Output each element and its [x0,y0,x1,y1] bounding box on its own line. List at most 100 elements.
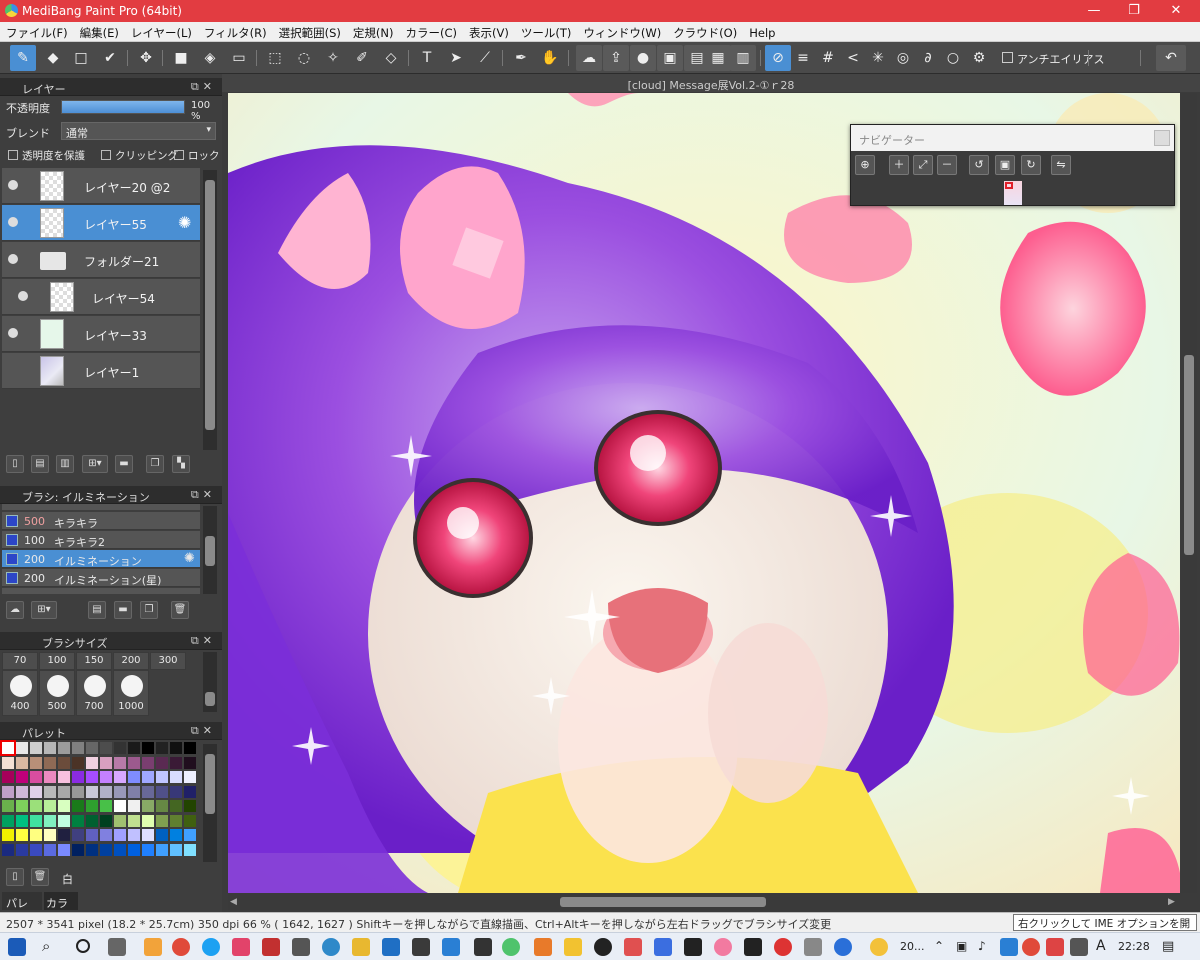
menu-view[interactable]: 表示(V) [463,22,515,41]
zoom-in-icon[interactable]: ＋ [889,155,909,175]
flip-icon[interactable]: ⇋ [1051,155,1071,175]
brush-size-option[interactable]: 300 [150,652,186,670]
cloud-brush-icon[interactable]: ☁ [6,601,24,619]
new-8bit-layer-icon[interactable]: ▥ [56,455,74,473]
palette-swatch[interactable] [72,756,84,769]
app-icon[interactable] [1046,938,1064,956]
zoom-reset-icon[interactable]: ⊕ [855,155,875,175]
menu-window[interactable]: ウィンドウ(W) [577,22,667,41]
search-icon[interactable]: ⌕ [42,937,50,955]
brush-folder-icon[interactable]: ▬ [114,601,132,619]
fill-rect-icon[interactable]: ■ [168,45,194,71]
palette-swatch[interactable] [170,756,182,769]
menu-cloud[interactable]: クラウド(O) [667,22,743,41]
app-icon[interactable] [412,938,430,956]
palette-swatch[interactable] [44,814,56,827]
palette-swatch[interactable] [100,771,112,783]
palette-swatch[interactable] [30,771,42,783]
palette-swatch[interactable] [184,800,196,812]
eraser-icon[interactable]: ◆ [40,45,66,71]
palette-swatch[interactable] [156,800,168,812]
layer-row[interactable]: レイヤー54 [2,279,200,315]
magic-wand-icon[interactable]: ✧ [320,45,346,71]
chevron-up-icon[interactable]: ⌃ [934,939,944,953]
palette-swatch[interactable] [30,742,42,754]
palette-swatch[interactable] [128,742,140,754]
twitter-icon[interactable] [202,938,220,956]
palette-swatch[interactable] [114,785,126,798]
menu-ruler[interactable]: 定規(N) [347,22,400,41]
snap-grid-icon[interactable]: # [815,45,841,71]
palette-swatch[interactable] [142,756,154,769]
palette-swatch[interactable] [142,829,154,841]
menu-edit[interactable]: 編集(E) [74,22,125,41]
scroll-thumb[interactable] [560,897,766,907]
app-icon[interactable] [262,938,280,956]
horizontal-scrollbar[interactable]: ◀ ▶ [228,894,1180,910]
palette-swatch[interactable] [114,814,126,827]
balloon-icon[interactable]: ● [630,45,656,71]
palette-swatch[interactable] [72,771,84,783]
brush-size-option[interactable]: 400 [2,670,38,716]
app-icon[interactable] [744,938,762,956]
palette-swatch[interactable] [30,829,42,841]
panel-popout-close-icon[interactable]: ⧉✕ [191,488,216,502]
palette-swatch[interactable] [128,785,140,798]
blend-select[interactable]: 通常 ▾ [61,122,216,140]
folder-row[interactable]: フォルダー21 [2,242,200,278]
divide-icon[interactable]: ⟋ [472,45,498,71]
palette-swatch[interactable] [156,771,168,783]
palette-swatch[interactable] [100,756,112,769]
app-icon[interactable] [442,938,460,956]
palette-swatch[interactable] [114,829,126,841]
palette-swatch[interactable] [30,756,42,769]
palette-swatch[interactable] [72,785,84,798]
network-icon[interactable]: ▣ [956,939,967,953]
canvas[interactable] [228,93,1180,893]
palette-swatch[interactable] [86,843,98,856]
scroll-thumb[interactable] [205,754,215,814]
duplicate-brush-icon[interactable]: ❐ [140,601,158,619]
cortana-icon[interactable] [76,939,90,953]
palette-swatch[interactable] [170,785,182,798]
palette-swatch[interactable] [72,829,84,841]
palette-swatch[interactable] [16,771,28,783]
move-icon[interactable]: ✥ [133,45,159,71]
palette-swatch[interactable] [114,843,126,856]
balloon2-icon[interactable]: ▣ [657,45,683,71]
brush-icon[interactable]: ✎ [10,45,36,71]
palette-swatch[interactable] [30,843,42,856]
share-icon[interactable]: ⇪ [603,45,629,71]
menu-help[interactable]: Help [743,23,781,40]
gradient-icon[interactable]: ▭ [226,45,252,71]
maximize-button[interactable]: ❐ [1114,0,1154,22]
brush-row-selected[interactable]: 200 イルミネーション ✺ [2,550,200,568]
gear-icon[interactable]: ✺ [184,551,195,566]
scroll-thumb[interactable] [205,180,215,430]
settings-icon[interactable]: ⚙ [966,45,992,71]
palette-swatch[interactable] [114,742,126,754]
rotate-right-icon[interactable]: ↻ [1021,155,1041,175]
palette-swatch[interactable] [30,800,42,812]
visibility-eye-icon[interactable] [18,291,28,301]
palette-swatch[interactable] [100,829,112,841]
select-ellipse-icon[interactable]: ◌ [291,45,317,71]
close-icon[interactable] [1154,130,1170,146]
palette-swatch[interactable] [156,756,168,769]
app-icon[interactable] [684,938,702,956]
chrome-icon[interactable] [172,938,190,956]
palette-swatch[interactable] [2,785,14,798]
palette-swatch[interactable] [30,785,42,798]
palette-swatch[interactable] [2,843,14,856]
cloud-icon[interactable]: ☁ [576,45,602,71]
palette-swatch[interactable] [100,814,112,827]
hand-icon[interactable]: ✋ [537,45,563,71]
brush-size-scrollbar[interactable] [203,652,217,712]
ime-mode-icon[interactable]: A [1096,938,1106,954]
palette-swatch[interactable] [156,785,168,798]
app-icon[interactable] [804,938,822,956]
visibility-eye-icon[interactable] [8,328,18,338]
brush-row[interactable]: 200 イルミネーション(星) [2,569,200,587]
scroll-left-icon[interactable]: ◀ [230,897,237,907]
palette-swatch[interactable] [184,814,196,827]
